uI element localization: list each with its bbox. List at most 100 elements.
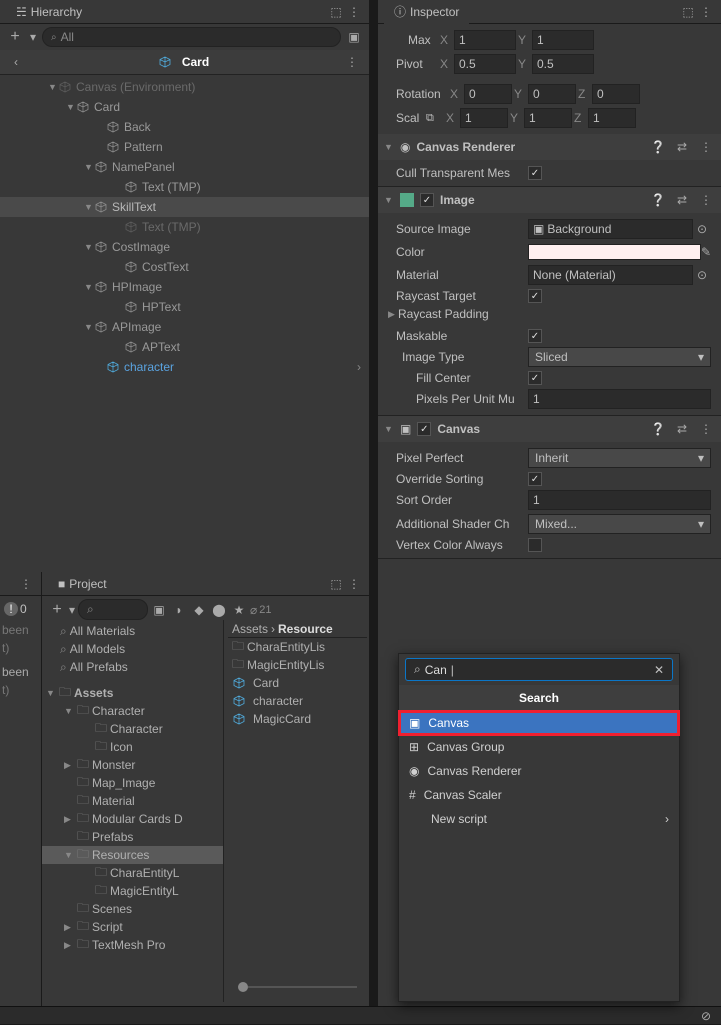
menu-icon[interactable]: ⋮ bbox=[697, 3, 715, 21]
filter-type-icon[interactable]: ◗ bbox=[170, 601, 188, 619]
folder-item[interactable]: 🗀Map_Image bbox=[42, 774, 223, 792]
foldout-icon[interactable]: ▼ bbox=[384, 142, 394, 152]
breadcrumb[interactable]: Assets›Resource bbox=[228, 620, 367, 638]
folder-item[interactable]: 🗀Character bbox=[42, 720, 223, 738]
hierarchy-item[interactable]: Text (TMP) bbox=[0, 217, 369, 237]
hierarchy-item[interactable]: Pattern bbox=[0, 137, 369, 157]
menu-icon[interactable]: ⋮ bbox=[345, 3, 363, 21]
inspector-tab[interactable]: ⓘ Inspector bbox=[384, 0, 469, 24]
asset-item[interactable]: 🗀CharaEntityLis bbox=[228, 638, 367, 656]
preset-icon[interactable]: ⇄ bbox=[673, 191, 691, 209]
rot-x-field[interactable] bbox=[464, 84, 512, 104]
fill-center-checkbox[interactable]: ✓ bbox=[528, 371, 542, 385]
component-search-input[interactable]: ⌕ Can| ✕ bbox=[405, 658, 673, 681]
hierarchy-item[interactable]: ▼Canvas (Environment) bbox=[0, 77, 369, 97]
folder-item[interactable]: ▼🗀Character bbox=[42, 702, 223, 720]
asset-item[interactable]: 🗀MagicEntityLis bbox=[228, 656, 367, 674]
visibility-icon[interactable]: ⌀ bbox=[250, 603, 257, 617]
search-result-item[interactable]: ◉Canvas Renderer bbox=[399, 759, 679, 783]
add-button[interactable]: + bbox=[48, 601, 66, 619]
folder-item[interactable]: 🗀Prefabs bbox=[42, 828, 223, 846]
search-result-item[interactable]: New script› bbox=[399, 807, 679, 831]
hierarchy-search[interactable]: ⌕ All bbox=[42, 27, 341, 47]
search-result-item[interactable]: ⊞Canvas Group bbox=[399, 735, 679, 759]
override-sorting-checkbox[interactable]: ✓ bbox=[528, 472, 542, 486]
error-count[interactable]: ! 0 bbox=[0, 596, 41, 622]
pivot-x-field[interactable] bbox=[454, 54, 516, 74]
raycast-target-checkbox[interactable]: ✓ bbox=[528, 289, 542, 303]
color-field[interactable] bbox=[528, 244, 701, 260]
material-field[interactable]: None (Material) bbox=[528, 265, 693, 285]
menu-icon[interactable]: ⋮ bbox=[697, 191, 715, 209]
hierarchy-item[interactable]: ▼HPImage bbox=[0, 277, 369, 297]
folder-item[interactable]: 🗀MagicEntityL bbox=[42, 882, 223, 900]
warning-icon[interactable]: ⬤ bbox=[210, 601, 228, 619]
scale-y-field[interactable] bbox=[524, 108, 572, 128]
picker-icon[interactable]: ⊙ bbox=[693, 266, 711, 284]
additional-shader-dropdown[interactable]: Mixed...▾ bbox=[528, 514, 711, 534]
assets-root[interactable]: ▼🗀Assets bbox=[42, 684, 223, 702]
favorites-item[interactable]: ⌕All Prefabs bbox=[42, 658, 223, 676]
search-filter-icon[interactable]: ▣ bbox=[345, 28, 363, 46]
search-result-item[interactable]: ▣Canvas bbox=[399, 711, 679, 735]
image-type-dropdown[interactable]: Sliced▾ bbox=[528, 347, 711, 367]
size-slider[interactable] bbox=[238, 980, 357, 994]
scale-z-field[interactable] bbox=[588, 108, 636, 128]
hierarchy-tab[interactable]: ☵ Hierarchy bbox=[6, 1, 92, 23]
filter-icon[interactable]: ▣ bbox=[150, 601, 168, 619]
filter-label-icon[interactable]: ◆ bbox=[190, 601, 208, 619]
folder-item[interactable]: 🗀Icon bbox=[42, 738, 223, 756]
link-icon[interactable]: ⧉ bbox=[426, 112, 446, 125]
folder-item[interactable]: ▶🗀Monster bbox=[42, 756, 223, 774]
foldout-icon[interactable]: ▼ bbox=[384, 424, 394, 434]
context-menu-icon[interactable]: ⋮ bbox=[343, 53, 361, 71]
hierarchy-item[interactable]: ▼SkillText bbox=[0, 197, 369, 217]
foldout-icon[interactable]: ▶ bbox=[388, 309, 398, 320]
max-y-field[interactable] bbox=[532, 30, 594, 50]
favorites-item[interactable]: ⌕All Materials bbox=[42, 622, 223, 640]
status-ok-icon[interactable]: ⊘ bbox=[697, 1007, 715, 1025]
favorite-icon[interactable]: ★ bbox=[230, 601, 248, 619]
pixel-perfect-dropdown[interactable]: Inherit▾ bbox=[528, 448, 711, 468]
menu-icon[interactable]: ⋮ bbox=[345, 575, 363, 593]
enable-checkbox[interactable]: ✓ bbox=[420, 193, 434, 207]
pivot-y-field[interactable] bbox=[532, 54, 594, 74]
picker-icon[interactable]: ⊙ bbox=[693, 220, 711, 238]
asset-item[interactable]: character bbox=[228, 692, 367, 710]
hierarchy-item[interactable]: ▼NamePanel bbox=[0, 157, 369, 177]
asset-item[interactable]: MagicCard bbox=[228, 710, 367, 728]
add-button[interactable]: + bbox=[6, 28, 24, 46]
help-icon[interactable]: ❔ bbox=[649, 420, 667, 438]
favorites-item[interactable]: ⌕All Models bbox=[42, 640, 223, 658]
scale-x-field[interactable] bbox=[460, 108, 508, 128]
help-icon[interactable]: ❔ bbox=[649, 138, 667, 156]
source-image-field[interactable]: ▣Background bbox=[528, 219, 693, 239]
maskable-checkbox[interactable]: ✓ bbox=[528, 329, 542, 343]
eyedropper-icon[interactable]: ✎ bbox=[701, 243, 711, 261]
hierarchy-item[interactable]: CostText bbox=[0, 257, 369, 277]
hierarchy-item[interactable]: ▼Card bbox=[0, 97, 369, 117]
folder-item[interactable]: ▶🗀TextMesh Pro bbox=[42, 936, 223, 954]
folder-item[interactable]: ▶🗀Modular Cards D bbox=[42, 810, 223, 828]
folder-item[interactable]: ▶🗀Script bbox=[42, 918, 223, 936]
asset-item[interactable]: Card bbox=[228, 674, 367, 692]
enable-checkbox[interactable]: ✓ bbox=[417, 422, 431, 436]
lock-icon[interactable]: ⬚ bbox=[327, 575, 345, 593]
rot-z-field[interactable] bbox=[592, 84, 640, 104]
folder-item[interactable]: ▼🗀Resources bbox=[42, 846, 223, 864]
hierarchy-item[interactable]: Back bbox=[0, 117, 369, 137]
menu-icon[interactable]: ⋮ bbox=[697, 420, 715, 438]
menu-icon[interactable]: ⋮ bbox=[697, 138, 715, 156]
hierarchy-item[interactable]: Text (TMP) bbox=[0, 177, 369, 197]
folder-item[interactable]: 🗀CharaEntityL bbox=[42, 864, 223, 882]
rot-y-field[interactable] bbox=[528, 84, 576, 104]
clear-icon[interactable]: ✕ bbox=[654, 663, 664, 677]
lock-icon[interactable]: ⬚ bbox=[327, 3, 345, 21]
search-result-item[interactable]: #Canvas Scaler bbox=[399, 783, 679, 807]
hierarchy-item[interactable]: ▼CostImage bbox=[0, 237, 369, 257]
hierarchy-item[interactable]: ▼APImage bbox=[0, 317, 369, 337]
folder-item[interactable]: 🗀Material bbox=[42, 792, 223, 810]
help-icon[interactable]: ❔ bbox=[649, 191, 667, 209]
menu-icon[interactable]: ⋮ bbox=[17, 575, 35, 593]
vertex-color-checkbox[interactable] bbox=[528, 538, 542, 552]
